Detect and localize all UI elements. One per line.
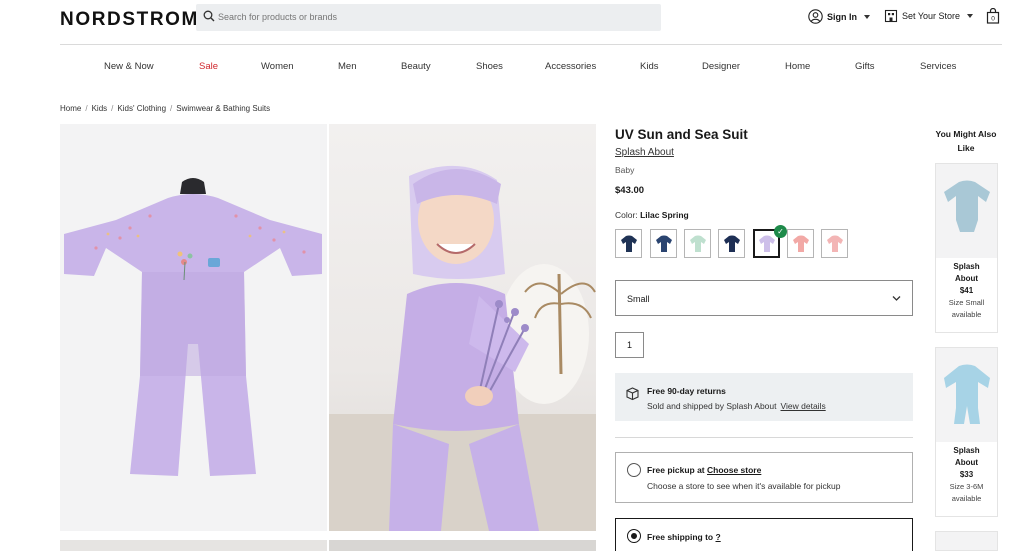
recommend-card-3[interactable]	[935, 531, 998, 551]
set-store-button[interactable]: Set Your Store	[884, 9, 974, 23]
recommend-image-2[interactable]	[936, 348, 997, 442]
swatch-suit-icon	[792, 235, 809, 252]
nav-home[interactable]: Home	[785, 61, 810, 72]
nav-gifts[interactable]: Gifts	[855, 61, 875, 72]
shopping-bag-icon: 0	[986, 7, 1000, 24]
swatch-suit-icon	[689, 235, 706, 252]
box-return-icon	[626, 387, 639, 401]
brand-link[interactable]: Splash About	[615, 147, 674, 158]
returns-title: Free 90-day returns	[647, 386, 726, 396]
shipping-radio[interactable]	[627, 529, 641, 543]
color-label-prefix: Color:	[615, 210, 638, 220]
swatch-suit-icon	[826, 235, 843, 252]
recommend-card-2[interactable]: Splash About $33 Size 3-6M available	[935, 347, 998, 517]
checkmark-icon: ✓	[774, 225, 787, 238]
product-image-model[interactable]	[329, 124, 596, 531]
swatch-suit-icon	[758, 235, 775, 252]
nav-new-now[interactable]: New & Now	[104, 61, 154, 72]
nav-shoes[interactable]: Shoes	[476, 61, 503, 72]
shipping-prefix: Free shipping to	[647, 532, 714, 542]
returns-info-box: Free 90-day returns Sold and shipped by …	[615, 373, 913, 421]
recommend-brand-1b: About	[954, 274, 979, 283]
color-label: Color: Lilac Spring	[615, 210, 689, 220]
size-value: Small	[627, 294, 650, 304]
nav-accessories[interactable]: Accessories	[545, 61, 596, 72]
store-label: Set Your Store	[902, 11, 961, 21]
color-value: Lilac Spring	[640, 210, 689, 220]
recommend-card-1[interactable]: Splash About $41 Size Small available	[935, 163, 998, 333]
view-details-link[interactable]: View details	[781, 401, 826, 411]
returns-detail: Sold and shipped by Splash About View det…	[647, 401, 826, 411]
recommend-price-1: $41	[959, 286, 974, 295]
swimsuit-flat-illustration	[64, 178, 322, 476]
svg-text:0: 0	[991, 16, 995, 23]
sign-in-button[interactable]: Sign In	[808, 9, 870, 24]
color-swatch[interactable]	[821, 229, 848, 258]
header-divider	[60, 44, 1002, 45]
sign-in-label: Sign In	[827, 11, 857, 22]
breadcrumb-home[interactable]: Home	[60, 104, 81, 113]
age-range: Baby	[615, 165, 635, 175]
recommend-avail-1: available	[951, 310, 982, 319]
nav-sale[interactable]: Sale	[199, 61, 218, 72]
nav-designer[interactable]: Designer	[702, 61, 740, 72]
color-swatch[interactable]	[718, 229, 745, 258]
swatch-suit-icon	[723, 235, 740, 252]
nav-men[interactable]: Men	[338, 61, 356, 72]
product-image-main[interactable]	[60, 124, 327, 531]
chevron-down-icon	[967, 14, 974, 18]
pickup-detail: Choose a store to see when it's availabl…	[647, 481, 841, 491]
product-image-4[interactable]	[329, 540, 596, 551]
user-icon	[808, 9, 823, 24]
recommend-brand-2a: Splash	[953, 446, 980, 455]
recommend-avail-2: available	[951, 494, 982, 503]
choose-store-link[interactable]: Choose store	[707, 465, 761, 475]
section-divider	[615, 437, 913, 438]
nav-women[interactable]: Women	[261, 61, 294, 72]
chevron-down-icon	[892, 296, 901, 301]
breadcrumb-kids[interactable]: Kids	[92, 104, 108, 113]
shopping-bag-button[interactable]: 0	[986, 7, 1000, 29]
store-icon	[884, 9, 898, 23]
returns-seller: Sold and shipped by Splash About	[647, 401, 777, 411]
pickup-title: Free pickup at Choose store	[647, 465, 761, 475]
product-image-3[interactable]	[60, 540, 327, 551]
pickup-option[interactable]: Free pickup at Choose store Choose a sto…	[615, 452, 913, 503]
recommend-brand-2b: About	[954, 458, 979, 467]
recommend-image-1[interactable]	[936, 164, 997, 258]
model-photo-illustration	[329, 165, 596, 531]
quantity-input[interactable]: 1	[615, 332, 644, 358]
shipping-zip-link[interactable]: ?	[716, 532, 721, 542]
product-price: $43.00	[615, 185, 645, 196]
color-swatch[interactable]	[787, 229, 814, 258]
search-icon	[203, 10, 215, 22]
recommend-brand-1a: Splash	[953, 262, 980, 271]
nav-beauty[interactable]: Beauty	[401, 61, 431, 72]
recommend-price-2: $33	[959, 470, 974, 479]
search-input[interactable]: Search for products or brands	[218, 12, 337, 22]
pickup-prefix: Free pickup at	[647, 465, 705, 475]
shipping-title: Free shipping to ?	[647, 532, 721, 542]
swatch-suit-icon	[620, 235, 637, 252]
color-swatch[interactable]	[615, 229, 642, 258]
search-bar[interactable]: Search for products or brands	[196, 4, 661, 31]
color-swatch[interactable]	[650, 229, 677, 258]
pickup-radio[interactable]	[627, 463, 641, 477]
recommend-size-2: Size 3-6M	[949, 482, 984, 491]
breadcrumb-swimwear[interactable]: Swimwear & Bathing Suits	[176, 104, 270, 113]
size-select[interactable]: Small	[615, 280, 913, 316]
breadcrumb: Home / Kids / Kids' Clothing / Swimwear & Bath…	[60, 104, 271, 113]
shipping-option[interactable]: Free shipping to ?	[615, 518, 913, 551]
swatch-suit-icon	[655, 235, 672, 252]
recommend-size-1: Size Small	[948, 298, 985, 307]
chevron-down-icon	[864, 14, 870, 19]
nav-kids[interactable]: Kids	[640, 61, 658, 72]
color-swatch[interactable]	[684, 229, 711, 258]
product-title: UV Sun and Sea Suit	[615, 127, 748, 142]
nordstrom-logo[interactable]: NORDSTROM	[60, 9, 199, 31]
breadcrumb-kids-clothing[interactable]: Kids' Clothing	[117, 104, 166, 113]
recommendations-heading: You Might Also Like	[935, 129, 997, 153]
nav-services[interactable]: Services	[920, 61, 956, 72]
